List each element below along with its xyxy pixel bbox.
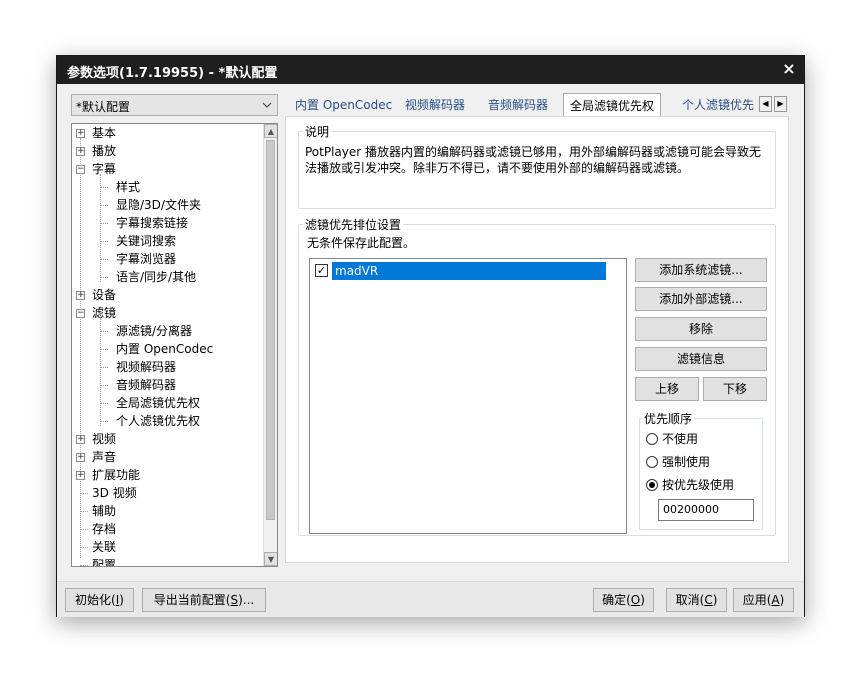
- profile-dropdown[interactable]: *默认配置: [71, 94, 278, 116]
- priority-note: 无条件保存此配置。: [307, 236, 416, 250]
- tree-item-archive[interactable]: 存档: [76, 520, 116, 538]
- add-external-filter-button[interactable]: 添加外部滤镜...: [635, 287, 767, 311]
- close-icon[interactable]: ×: [778, 58, 800, 80]
- tree-item-video-decoder[interactable]: 视频解码器: [100, 358, 176, 376]
- tab-strip: 内置 OpenCodec 视频解码器 音频解码器 全局滤镜优先权 个人滤镜优先: [285, 93, 795, 117]
- scroll-up-icon[interactable]: ▲: [264, 124, 277, 138]
- tree-item-playback[interactable]: + 播放: [76, 142, 116, 160]
- tree-item-source-filter-splitter[interactable]: 源滤镜/分离器: [100, 322, 192, 340]
- cancel-button[interactable]: 取消(C): [666, 588, 727, 612]
- tree-item-subtitle-search-links[interactable]: 字幕搜索链接: [100, 214, 188, 232]
- tree-scrollbar[interactable]: ▲ ▼: [263, 124, 277, 566]
- tree-item-devices[interactable]: + 设备: [76, 286, 116, 304]
- tree-item-subtitle-browser[interactable]: 字幕浏览器: [100, 250, 176, 268]
- chevron-down-icon: [262, 102, 272, 108]
- remove-button[interactable]: 移除: [635, 317, 767, 341]
- scroll-down-icon[interactable]: ▼: [264, 552, 277, 566]
- tree-item-builtin-opencodec[interactable]: 内置 OpenCodec: [100, 340, 213, 358]
- tree-item-personal-filter-priority[interactable]: 个人滤镜优先权: [100, 412, 200, 430]
- tree-item-global-filter-priority[interactable]: 全局滤镜优先权: [100, 394, 200, 412]
- explanation-title: 说明: [303, 123, 332, 140]
- expand-icon[interactable]: +: [76, 291, 85, 300]
- tree-item-association[interactable]: 关联: [76, 538, 116, 556]
- list-item[interactable]: ✓ madVR: [314, 262, 606, 280]
- priority-title: 滤镜优先排位设置: [303, 216, 404, 233]
- expand-icon[interactable]: +: [76, 453, 85, 462]
- tab-scroll-left-icon[interactable]: ◀: [759, 96, 772, 112]
- window-title: 参数选项(1.7.19955) - *默认配置: [67, 66, 278, 81]
- tree-item-audio-decoder[interactable]: 音频解码器: [100, 376, 176, 394]
- preferences-window: 参数选项(1.7.19955) - *默认配置 × *默认配置 + 基本 + 播放 …: [56, 55, 805, 617]
- tree-item-language-sync-other[interactable]: 语言/同步/其他: [100, 268, 196, 286]
- export-config-button[interactable]: 导出当前配置(S)...: [142, 588, 266, 612]
- settings-tree[interactable]: + 基本 + 播放 − 字幕 样式 显隐/3D/文件夹 字幕搜索链接 关键词搜索 字幕…: [71, 123, 278, 567]
- tree-item-video[interactable]: + 视频: [76, 430, 116, 448]
- tab-scroll-right-icon[interactable]: ▶: [774, 96, 787, 112]
- tab-builtin-opencodec[interactable]: 内置 OpenCodec: [295, 96, 392, 116]
- tree-item-config[interactable]: 配置: [76, 556, 116, 566]
- filter-list[interactable]: ✓ madVR: [309, 258, 627, 534]
- initialize-button[interactable]: 初始化(I): [65, 588, 134, 612]
- tree-item-display-3d-folder[interactable]: 显隐/3D/文件夹: [100, 196, 201, 214]
- radio-button[interactable]: [646, 433, 658, 445]
- expand-icon[interactable]: +: [76, 129, 85, 138]
- collapse-icon[interactable]: −: [76, 165, 85, 174]
- priority-value-input[interactable]: 00200000: [658, 499, 754, 521]
- tree-item-keyword-search[interactable]: 关键词搜索: [100, 232, 176, 250]
- priority-order-title: 优先顺序: [642, 410, 695, 427]
- expand-icon[interactable]: +: [76, 147, 85, 156]
- filter-info-button[interactable]: 滤镜信息: [635, 347, 767, 371]
- tab-video-decoder[interactable]: 视频解码器: [405, 96, 465, 116]
- tree-item-filters[interactable]: − 滤镜: [76, 304, 116, 322]
- ok-button[interactable]: 确定(O): [593, 588, 654, 612]
- tree-item-3d-video[interactable]: 3D 视频: [76, 484, 137, 502]
- filter-name: madVR: [332, 262, 606, 280]
- tree-item-extensions[interactable]: + 扩展功能: [76, 466, 140, 484]
- profile-dropdown-value: *默认配置: [76, 100, 131, 114]
- radio-button-selected[interactable]: [646, 479, 658, 491]
- tree-item-assist[interactable]: 辅助: [76, 502, 116, 520]
- explanation-text: PotPlayer 播放器内置的编解码器或滤镜已够用，用外部编解码器或滤镜可能会…: [305, 145, 762, 175]
- move-up-button[interactable]: 上移: [635, 377, 699, 401]
- expand-icon[interactable]: +: [76, 435, 85, 444]
- apply-button[interactable]: 应用(A): [733, 588, 794, 612]
- add-system-filter-button[interactable]: 添加系统滤镜...: [635, 258, 767, 282]
- tree-item-style[interactable]: 样式: [100, 178, 140, 196]
- radio-button[interactable]: [646, 456, 658, 468]
- move-down-button[interactable]: 下移: [703, 377, 767, 401]
- title-bar[interactable]: 参数选项(1.7.19955) - *默认配置 ×: [57, 56, 804, 84]
- tab-global-filter-priority[interactable]: 全局滤镜优先权: [563, 93, 662, 117]
- tree-item-subtitles[interactable]: − 字幕: [76, 160, 116, 178]
- expand-icon[interactable]: +: [76, 471, 85, 480]
- filter-checkbox[interactable]: ✓: [315, 264, 328, 277]
- tab-audio-decoder[interactable]: 音频解码器: [488, 96, 548, 116]
- tree-item-audio[interactable]: + 声音: [76, 448, 116, 466]
- tree-item-basic[interactable]: + 基本: [76, 124, 116, 142]
- tree-scrollbar-thumb[interactable]: [266, 140, 275, 520]
- tab-personal-filter-priority[interactable]: 个人滤镜优先: [682, 96, 754, 116]
- collapse-icon[interactable]: −: [76, 309, 85, 318]
